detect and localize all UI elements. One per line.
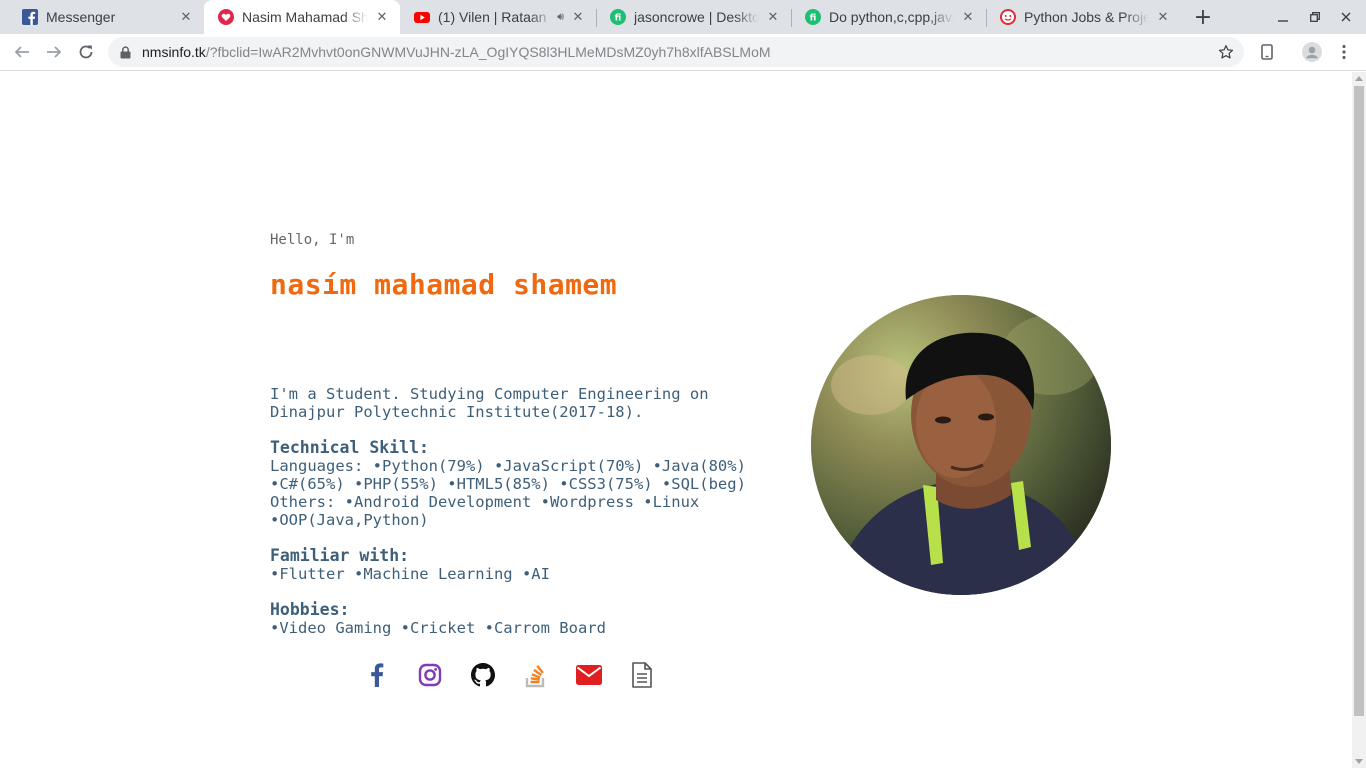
stackoverflow-icon [525,665,544,688]
hobbies-line: •Video Gaming •Cricket •Carrom Board [270,619,606,637]
lock-icon[interactable] [120,45,132,59]
close-tab-icon[interactable]: ✕ [570,9,586,25]
tab-title: Nasim Mahamad Shamem [242,9,368,25]
greeting-text: Hello, I'm [270,232,355,248]
intro-line: Dinajpur Polytechnic Institute(2017-18). [270,403,644,421]
close-window-button[interactable] [1335,6,1357,28]
close-tab-icon[interactable]: ✕ [374,9,390,25]
skill-line: Languages: •Python(79%) •JavaScript(70%)… [270,457,746,475]
fiverr-icon: fi [805,9,821,25]
tab-nasim-mahamad[interactable]: Nasim Mahamad Shamem ✕ [204,0,400,34]
github-icon [470,663,495,687]
svg-text:fi: fi [615,14,622,24]
skill-line: Others: •Android Development •Wordpress … [270,493,700,511]
tab-do-python[interactable]: fi Do python,c,cpp,java ✕ [791,0,986,34]
scroll-up-arrow[interactable] [1355,76,1363,81]
bio-section: I'm a Student. Studying Computer Enginee… [270,385,750,637]
close-tab-icon[interactable]: ✕ [765,9,781,25]
resume-link[interactable] [615,660,668,690]
bookmark-star-icon[interactable] [1216,42,1236,62]
browser-toolbar: nmsinfo.tk/?fbclid=IwAR2Mvhvt0onGNWMVuJH… [0,34,1366,71]
facebook-icon [22,9,38,25]
youtube-icon [414,9,430,25]
tab-youtube-vilen[interactable]: (1) Vilen | Rataan 🔊︎ ✕ [400,0,596,34]
close-tab-icon[interactable]: ✕ [1155,9,1171,25]
url-text: nmsinfo.tk/?fbclid=IwAR2Mvhvt0onGNWMVuJH… [142,44,771,60]
github-link[interactable] [456,660,509,690]
email-icon [575,665,602,685]
instagram-link[interactable] [403,660,456,690]
skill-line: •C#(65%) •PHP(55%) •HTML5(85%) •CSS3(75%… [270,475,746,493]
forward-button[interactable] [40,38,68,66]
stackoverflow-link[interactable] [509,660,562,690]
scrollbar-thumb[interactable] [1354,86,1364,716]
profile-avatar-icon[interactable] [1298,38,1326,66]
tab-title: Messenger [46,9,116,25]
familiar-line: •Flutter •Machine Learning •AI [270,565,550,583]
instagram-icon [418,663,441,687]
facebook-link[interactable] [350,660,403,690]
freelancer-icon [1000,9,1016,25]
tab-title: jasoncrowe | Desktop [634,9,759,25]
tab-jasoncrowe[interactable]: fi jasoncrowe | Desktop ✕ [596,0,791,34]
profile-portrait [811,295,1111,595]
familiar-with-heading: Familiar with: [270,546,410,565]
document-icon [631,662,652,688]
browser-menu-icon[interactable] [1330,38,1358,66]
reload-button[interactable] [72,38,100,66]
address-bar[interactable]: nmsinfo.tk/?fbclid=IwAR2Mvhvt0onGNWMVuJH… [108,37,1244,67]
hobbies-heading: Hobbies: [270,600,350,619]
heart-icon [218,9,234,25]
tab-messenger[interactable]: Messenger ✕ [8,0,204,34]
profile-name: nasím mahamad shamem [270,268,618,301]
fiverr-icon: fi [610,9,626,25]
tab-title: (1) Vilen | Rataan [438,9,547,25]
technical-skill-heading: Technical Skill: [270,438,429,457]
skill-line: •OOP(Java,Python) [270,511,429,529]
page-viewport: Hello, I'm nasím mahamad shamem I'm a St… [0,72,1352,768]
maximize-button[interactable] [1304,6,1326,28]
back-button[interactable] [8,38,36,66]
minimize-button[interactable] [1272,6,1294,28]
page-scrollbar[interactable] [1352,72,1366,768]
intro-line: I'm a Student. Studying Computer Enginee… [270,385,709,403]
url-path: /?fbclid=IwAR2Mvhvt0onGNWMVuJHN-zLA_OgIY… [205,44,771,60]
email-link[interactable] [562,660,615,690]
tab-title: Do python,c,cpp,java [829,9,954,25]
tab-strip: Messenger ✕ Nasim Mahamad Shamem ✕ (1) V… [0,0,1366,34]
scroll-down-arrow[interactable] [1355,759,1363,764]
device-mode-icon[interactable] [1253,38,1281,66]
svg-text:fi: fi [810,14,817,24]
profile-photo [811,295,1111,595]
facebook-icon [370,663,383,687]
close-tab-icon[interactable]: ✕ [178,9,194,25]
url-host: nmsinfo.tk [142,44,206,60]
social-links [350,660,668,690]
tab-python-jobs[interactable]: Python Jobs & Projects ✕ [986,0,1181,34]
new-tab-button[interactable]: + [1189,3,1217,31]
tab-title: Python Jobs & Projects [1024,9,1149,25]
close-tab-icon[interactable]: ✕ [960,9,976,25]
speaker-icon[interactable]: 🔊︎ [557,10,564,24]
